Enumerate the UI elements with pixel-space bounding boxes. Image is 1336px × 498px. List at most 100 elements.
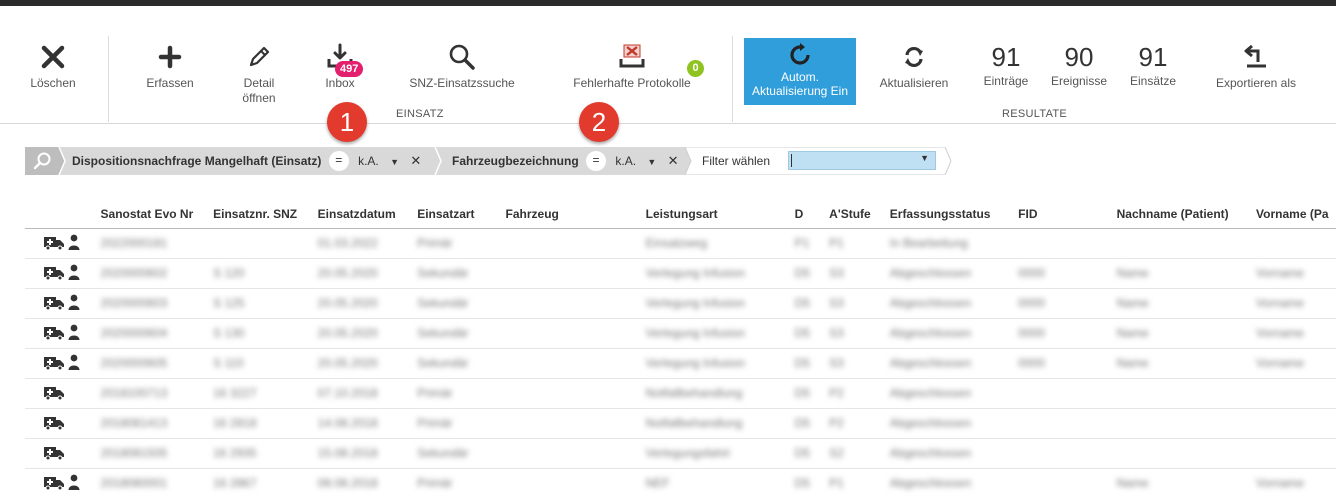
- table-cell: NEF: [645, 468, 795, 498]
- chevron-down-icon[interactable]: ▼: [390, 157, 399, 167]
- chevron-down-icon[interactable]: ▼: [647, 157, 656, 167]
- column-header[interactable]: Vorname (Pa: [1256, 201, 1336, 229]
- table-row[interactable]: 2018100713 16 3227 07.10.2018 Primär Notfall…: [25, 378, 1336, 409]
- remove-filter-icon[interactable]: ✕: [668, 153, 679, 168]
- table-cell: Abgeschlossen: [889, 288, 1019, 319]
- auto-refresh-toggle[interactable]: Autom. Aktualisierung Ein: [744, 38, 856, 105]
- create-button[interactable]: Erfassen: [140, 42, 200, 91]
- ambulance-icon: [43, 414, 65, 433]
- filter-operator[interactable]: =: [328, 150, 349, 171]
- plus-icon: [140, 42, 200, 72]
- table-cell: 2020000604: [100, 318, 214, 349]
- group-label-einsatz: EINSATZ: [396, 108, 444, 120]
- cell-value: Primär: [417, 476, 453, 490]
- table-row[interactable]: 2020000603 S 125 20.05.2020 Sekundär Verlegu…: [25, 288, 1336, 319]
- cell-value: In Bearbeitung: [889, 236, 968, 250]
- faulty-count-badge: 0: [687, 60, 704, 77]
- table-row[interactable]: 2020000605 S 110 20.05.2020 Sekundär Verlegu…: [25, 348, 1336, 379]
- refresh-button[interactable]: Aktualisieren: [872, 42, 956, 91]
- table-cell: D5: [794, 438, 830, 469]
- events-count: 90 Ereignisse: [1046, 42, 1112, 88]
- filter-search-icon[interactable]: [33, 151, 53, 176]
- filter-value[interactable]: k.A.: [358, 154, 379, 168]
- cell-value: 2020000604: [100, 326, 168, 340]
- cell-value: 16 2818: [213, 416, 257, 430]
- table-cell: Sekundär: [417, 318, 506, 349]
- cell-value: Abgeschlossen: [889, 416, 972, 430]
- table-row[interactable]: 2018081413 16 2818 14.08.2018 Primär Notfall…: [25, 408, 1336, 439]
- row-icons-cell: [25, 348, 101, 379]
- table-cell: Abgeschlossen: [889, 348, 1019, 379]
- remove-filter-icon[interactable]: ✕: [410, 153, 421, 168]
- cell-value: Verlegung Infusion: [645, 326, 746, 340]
- cell-value: S 125: [213, 296, 245, 310]
- cell-value: S3: [829, 356, 844, 370]
- cell-value: 20.05.2020: [317, 326, 378, 340]
- table-cell: [213, 228, 318, 259]
- table-cell: 2020000603: [100, 288, 214, 319]
- column-header[interactable]: Sanostat Evo Nr: [100, 201, 214, 229]
- table-cell: [1256, 438, 1336, 469]
- cell-value: D5: [794, 326, 810, 340]
- column-header[interactable]: D: [794, 201, 830, 229]
- cell-value: 2018100713: [100, 386, 168, 400]
- table-cell: [1018, 228, 1117, 259]
- column-header[interactable]: Fahrzeug: [505, 201, 646, 229]
- table-row[interactable]: 2018080001 16 2867 08.08.2018 Primär NEF D5 P1…: [25, 468, 1336, 498]
- table-cell: Primär: [417, 408, 506, 439]
- table-cell: Sekundär: [417, 438, 506, 469]
- filter-operator[interactable]: =: [586, 150, 607, 171]
- cell-value: S2: [829, 446, 844, 460]
- cell-value: Verlegung Infusion: [645, 296, 746, 310]
- delete-button[interactable]: Löschen: [22, 42, 84, 91]
- table-cell: P1: [829, 468, 890, 498]
- ambulance-icon: [43, 354, 65, 373]
- cell-value: Vorname: [1256, 326, 1305, 340]
- filter-chip-disposition[interactable]: Dispositionsnachfrage Mangelhaft (Einsat…: [72, 147, 421, 175]
- cell-value: D5: [794, 416, 810, 430]
- cell-value: 2018080001: [100, 476, 168, 490]
- filter-value[interactable]: k.A.: [615, 154, 636, 168]
- cell-value: S 120: [213, 266, 245, 280]
- table-cell: D5: [794, 468, 830, 498]
- column-header[interactable]: Erfassungsstatus: [889, 201, 1019, 229]
- table-cell: 20.05.2020: [317, 288, 418, 319]
- snz-search-button[interactable]: SNZ-Einsatzssuche: [400, 42, 524, 91]
- column-header[interactable]: Einsatznr. SNZ: [213, 201, 318, 229]
- entries-count: 91 Einträge: [978, 42, 1034, 88]
- person-icon: [68, 354, 80, 373]
- filter-select-dropdown[interactable]: ▼: [788, 151, 936, 170]
- cell-value: Name: [1116, 476, 1149, 490]
- table-cell: [505, 318, 646, 349]
- open-detail-button[interactable]: Detail öffnen: [228, 42, 290, 106]
- column-header[interactable]: Einsatzart: [417, 201, 506, 229]
- table-header-row: Sanostat Evo Nr Einsatznr. SNZ Einsatzdatu…: [25, 201, 1336, 229]
- table-cell: [1256, 378, 1336, 409]
- table-cell: [1256, 408, 1336, 439]
- cell-value: 14.08.2018: [317, 416, 378, 430]
- faulty-protocols-button[interactable]: Fehlerhafte Protokolle: [562, 42, 702, 91]
- column-header[interactable]: Nachname (Patient): [1116, 201, 1257, 229]
- column-header[interactable]: FID: [1018, 201, 1117, 229]
- table-row[interactable]: 2020000604 S 130 20.05.2020 Sekundär Verlegu…: [25, 318, 1336, 349]
- table-row[interactable]: 2020000602 S 120 20.05.2020 Sekundär Verlegu…: [25, 258, 1336, 289]
- table-cell: 0000: [1018, 318, 1117, 349]
- table-cell: Vorname: [1256, 288, 1336, 319]
- table-cell: P2: [829, 408, 890, 439]
- table-cell: [505, 228, 646, 259]
- person-icon: [68, 474, 80, 493]
- table-cell: Name: [1116, 258, 1257, 289]
- cell-value: Notfallbehandlung: [645, 386, 743, 400]
- export-button[interactable]: Exportieren als: [1204, 42, 1308, 91]
- column-header[interactable]: Leistungsart: [645, 201, 795, 229]
- column-header[interactable]: A'Stufe: [829, 201, 890, 229]
- table-cell: Sekundär: [417, 288, 506, 319]
- table-row[interactable]: 2018081505 16 2935 15.08.2018 Sekundär Verle…: [25, 438, 1336, 469]
- table-cell: Abgeschlossen: [889, 468, 1019, 498]
- table-row[interactable]: 2022000181 01.03.2022 Primär Einsatzweg P1 P1…: [25, 228, 1336, 259]
- column-header[interactable]: Einsatzdatum: [317, 201, 418, 229]
- filter-bar: Dispositionsnachfrage Mangelhaft (Einsat…: [25, 147, 955, 175]
- chevron-down-icon[interactable]: ▼: [920, 153, 929, 163]
- table-cell: Einsatzweg: [645, 228, 795, 259]
- filter-chip-vehicle[interactable]: Fahrzeugbezeichnung = k.A. ▼ ✕: [452, 147, 679, 175]
